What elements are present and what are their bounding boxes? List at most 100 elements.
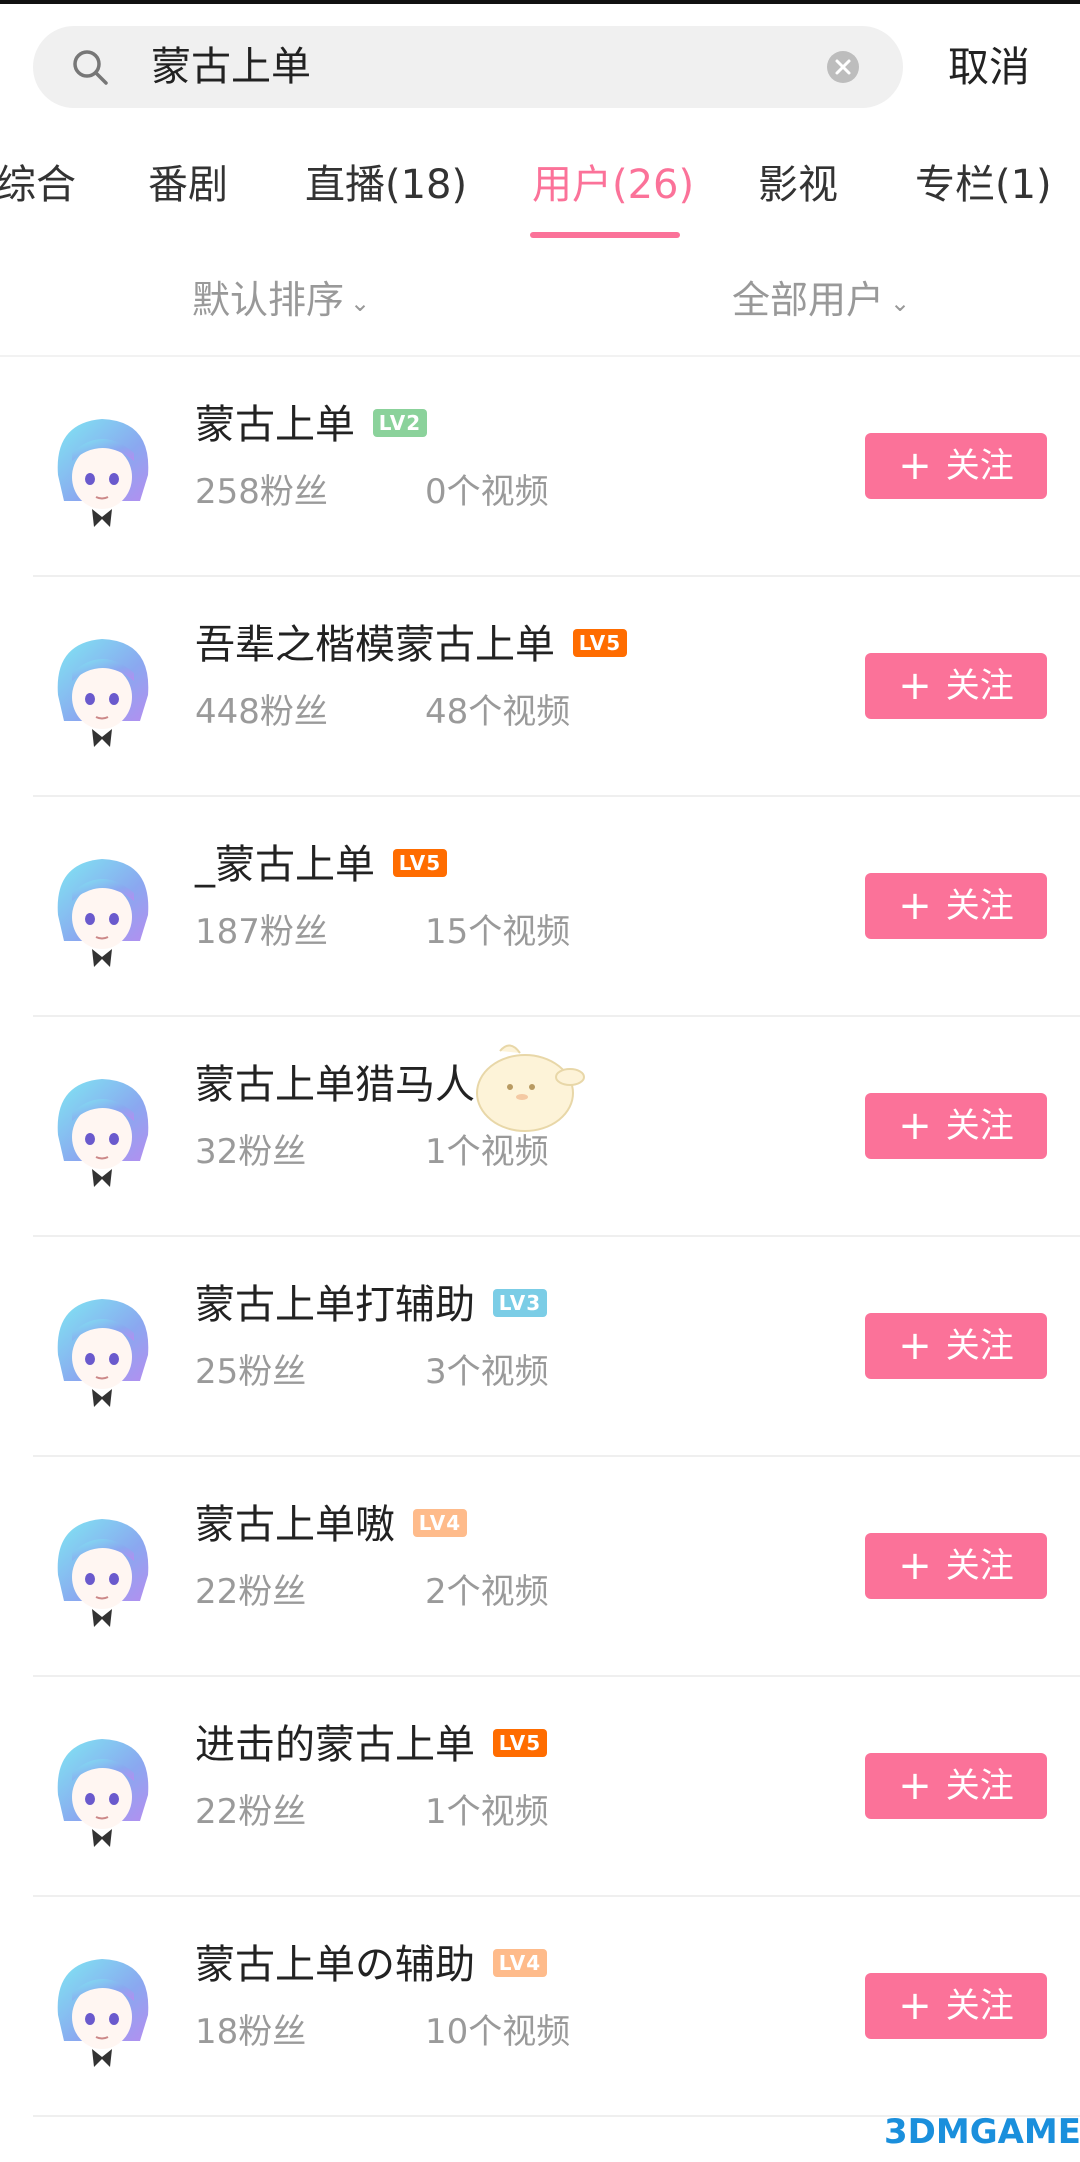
user-name-text: 进击的蒙古上单: [195, 1722, 475, 1768]
plus-icon: +: [898, 663, 932, 709]
user-stats: 25粉丝 3个视频: [195, 1347, 549, 1397]
follow-label: 关注: [945, 1106, 1014, 1146]
user-row[interactable]: 蒙古上单打辅助 LV3 25粉丝 3个视频 + 关注: [0, 1237, 1080, 1457]
follow-button[interactable]: + 关注: [865, 1313, 1047, 1379]
plus-icon: +: [898, 1103, 932, 1149]
active-tab-indicator: [530, 232, 680, 238]
plus-icon: +: [898, 1983, 932, 2029]
follow-button[interactable]: + 关注: [865, 653, 1047, 719]
avatar[interactable]: [40, 1725, 164, 1849]
cancel-button[interactable]: 取消: [948, 26, 1030, 108]
user-stats: 32粉丝 1个视频: [195, 1127, 549, 1177]
avatar[interactable]: [40, 625, 164, 749]
follow-label: 关注: [945, 1546, 1014, 1586]
avatar[interactable]: [40, 1065, 164, 1189]
user-name[interactable]: 蒙古上单の辅助 LV4: [195, 1937, 547, 1993]
follow-label: 关注: [945, 1986, 1014, 2026]
level-badge: LV2: [373, 409, 427, 437]
sort-label: 默认排序: [192, 278, 345, 322]
user-name[interactable]: 吾辈之楷模蒙古上单 LV5: [195, 617, 627, 673]
search-input[interactable]: 蒙古上单: [151, 26, 311, 108]
chevron-down-icon: ⌄: [350, 288, 371, 317]
search-icon: [73, 50, 108, 85]
clear-search-icon[interactable]: [827, 51, 859, 83]
level-badge: LV4: [413, 1509, 467, 1537]
follow-button[interactable]: + 关注: [865, 1973, 1047, 2039]
video-count: 48个视频: [425, 692, 571, 732]
user-row[interactable]: 蒙古上单 LV2 258粉丝 0个视频 + 关注: [0, 357, 1080, 577]
follow-label: 关注: [945, 1766, 1014, 1806]
follow-button[interactable]: + 关注: [865, 433, 1047, 499]
status-bar-edge: [0, 0, 1080, 4]
follow-button[interactable]: + 关注: [865, 1093, 1047, 1159]
sort-dropdown[interactable]: 默认排序 ⌄: [192, 270, 370, 330]
fans-count: 187粉丝: [195, 912, 328, 952]
video-count: 0个视频: [425, 472, 549, 512]
follow-label: 关注: [945, 1326, 1014, 1366]
plus-icon: +: [898, 1323, 932, 1369]
level-badge: LV4: [493, 1949, 547, 1977]
user-name-text: _蒙古上单: [195, 842, 375, 888]
user-row[interactable]: 吾辈之楷模蒙古上单 LV5 448粉丝 48个视频 + 关注: [0, 577, 1080, 797]
tab-live[interactable]: 直播(18): [305, 150, 467, 220]
user-name-text: 蒙古上单: [195, 402, 355, 448]
avatar[interactable]: [40, 405, 164, 529]
user-row[interactable]: 蒙古上单嗷 LV4 22粉丝 2个视频 + 关注: [0, 1457, 1080, 1677]
avatar[interactable]: [40, 1945, 164, 2069]
tab-movies[interactable]: 影视: [758, 150, 838, 220]
avatar[interactable]: [40, 845, 164, 969]
fans-count: 22粉丝: [195, 1572, 307, 1612]
user-stats: 448粉丝 48个视频: [195, 687, 570, 737]
user-row[interactable]: 进击的蒙古上单 LV5 22粉丝 1个视频 + 关注: [0, 1677, 1080, 1897]
follow-label: 关注: [945, 446, 1014, 486]
user-name[interactable]: 蒙古上单 LV2: [195, 397, 427, 453]
user-name-text: 蒙古上单打辅助: [195, 1282, 475, 1328]
user-row[interactable]: _蒙古上单 LV5 187粉丝 15个视频 + 关注: [0, 797, 1080, 1017]
user-row[interactable]: 蒙古上单の辅助 LV4 18粉丝 10个视频 + 关注: [0, 1897, 1080, 2117]
follow-button[interactable]: + 关注: [865, 1753, 1047, 1819]
user-stats: 22粉丝 1个视频: [195, 1787, 549, 1837]
video-count: 3个视频: [425, 1352, 549, 1392]
fans-count: 25粉丝: [195, 1352, 307, 1392]
tab-users[interactable]: 用户(26): [532, 150, 694, 220]
watermark: 3DMGAME: [884, 2112, 1080, 2152]
level-badge: LV5: [573, 629, 627, 657]
user-stats: 22粉丝 2个视频: [195, 1567, 549, 1617]
avatar[interactable]: [40, 1285, 164, 1409]
tab-all[interactable]: 综合: [0, 150, 76, 220]
plus-icon: +: [898, 1543, 932, 1589]
user-type-label: 全部用户: [732, 278, 885, 322]
user-name-text: 蒙古上单猎马人: [195, 1062, 475, 1108]
video-count: 10个视频: [425, 2012, 571, 2052]
fans-count: 22粉丝: [195, 1792, 307, 1832]
fans-count: 448粉丝: [195, 692, 328, 732]
fans-count: 32粉丝: [195, 1132, 307, 1172]
follow-button[interactable]: + 关注: [865, 1533, 1047, 1599]
search-tabs: 综合 番剧 直播(18) 用户(26) 影视 专栏(1): [0, 150, 1080, 240]
user-name[interactable]: 进击的蒙古上单 LV5: [195, 1717, 547, 1773]
follow-button[interactable]: + 关注: [865, 873, 1047, 939]
video-count: 15个视频: [425, 912, 571, 952]
follow-label: 关注: [945, 886, 1014, 926]
bird-sticker-icon: [476, 1044, 585, 1132]
fans-count: 18粉丝: [195, 2012, 307, 2052]
fans-count: 258粉丝: [195, 472, 328, 512]
user-name-text: 蒙古上单嗷: [195, 1502, 395, 1548]
plus-icon: +: [898, 1763, 932, 1809]
user-stats: 18粉丝 10个视频: [195, 2007, 570, 2057]
user-name-text: 吾辈之楷模蒙古上单: [195, 622, 555, 668]
user-stats: 187粉丝 15个视频: [195, 907, 570, 957]
plus-icon: +: [898, 443, 932, 489]
user-type-dropdown[interactable]: 全部用户 ⌄: [732, 270, 910, 330]
user-name[interactable]: _蒙古上单 LV5: [195, 837, 447, 893]
search-bar[interactable]: 蒙古上单: [33, 26, 903, 108]
tab-bangumi[interactable]: 番剧: [148, 150, 228, 220]
user-name[interactable]: 蒙古上单打辅助 LV3: [195, 1277, 547, 1333]
video-count: 2个视频: [425, 1572, 549, 1612]
level-badge: LV5: [393, 849, 447, 877]
user-name-text: 蒙古上单の辅助: [195, 1942, 475, 1988]
tab-articles[interactable]: 专栏(1): [915, 150, 1052, 220]
avatar[interactable]: [40, 1505, 164, 1629]
user-stats: 258粉丝 0个视频: [195, 467, 549, 517]
user-name[interactable]: 蒙古上单嗷 LV4: [195, 1497, 467, 1553]
